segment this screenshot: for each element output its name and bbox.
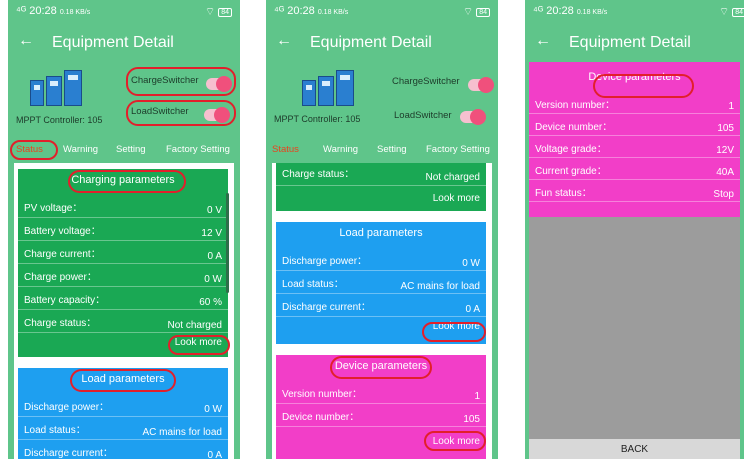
screen-device-parameters: ⁴ᴳ 20:28 0.18 KB/s ⌔ 84 ← Equipment Detai… xyxy=(525,0,744,459)
charging-card: Charging parameters PV voltage： 0 V Batte… xyxy=(18,169,230,357)
net-speed: 0.18 KB/s xyxy=(317,9,349,16)
charging-card: Charge status： Not charged Look more xyxy=(276,163,486,211)
wifi-icon: ⌔ xyxy=(204,6,216,18)
list-item: Version number： 1 xyxy=(276,381,486,404)
status-bar: ⁴ᴳ 20:28 0.18 KB/s ⌔ 84 xyxy=(525,0,744,22)
title-bar: ← Equipment Detail xyxy=(525,22,744,62)
list-item: Version number： 1 xyxy=(529,92,740,114)
list-item: Voltage grade： 12V xyxy=(529,136,740,158)
list-item: Charge current： 0 A xyxy=(18,241,228,264)
device-card: Device parameters Version number： 1 Devic… xyxy=(276,355,486,459)
device-parameters-panel: Device parameters Version number： 1 Devic… xyxy=(529,62,740,217)
time: 20:28 xyxy=(287,5,315,17)
arrow-left-icon[interactable]: ← xyxy=(535,32,551,50)
list-item: Charge power： 0 W xyxy=(18,264,228,287)
list-item: Discharge current： 0 A xyxy=(18,440,228,459)
load-card: Load parameters Discharge power： 0 W Load… xyxy=(18,368,228,459)
net-speed: 0.18 KB/s xyxy=(576,9,608,16)
tab-setting[interactable]: Setting xyxy=(116,144,146,155)
battery-icon: 84 xyxy=(218,8,232,17)
dim-overlay xyxy=(529,217,740,439)
load-switch-toggle[interactable] xyxy=(460,109,486,125)
list-item: Fun status： Stop xyxy=(529,180,740,202)
list-item: Discharge power： 0 W xyxy=(18,394,228,417)
tab-warning[interactable]: Warning xyxy=(323,144,358,155)
list-item: Device number： 105 xyxy=(276,404,486,427)
status-content[interactable]: Charging parameters PV voltage： 0 V Batte… xyxy=(14,163,234,459)
load-title-highlight xyxy=(70,369,176,392)
wifi-icon: ⌔ xyxy=(462,6,474,18)
status-content[interactable]: Charge status： Not charged Look more Load… xyxy=(272,163,492,459)
time: 20:28 xyxy=(546,5,574,17)
controller-image xyxy=(30,68,82,108)
look-more-highlight xyxy=(424,431,486,451)
list-item: Current grade： 40A xyxy=(529,158,740,180)
wifi-icon: ⌔ xyxy=(718,6,730,18)
signal-icon: ⁴ᴳ xyxy=(274,5,285,17)
load-switch-label: LoadSwitcher xyxy=(394,110,452,121)
list-item: Device number： 105 xyxy=(529,114,740,136)
scrollbar[interactable] xyxy=(226,193,229,293)
charging-title-highlight xyxy=(68,170,186,193)
list-item: Discharge power： 0 W xyxy=(276,248,486,271)
look-more-highlight xyxy=(168,335,230,355)
battery-icon: 84 xyxy=(476,8,490,17)
status-bar: ⁴ᴳ 20:28 0.18 KB/s ⌔ 84 xyxy=(8,0,240,22)
load-title: Load parameters xyxy=(339,227,423,239)
screen-status-charging: ⁴ᴳ 20:28 0.18 KB/s ⌔ 84 ← Equipment Detai… xyxy=(8,0,240,459)
title-bar: ← Equipment Detail xyxy=(8,22,240,62)
list-item: Battery capacity： 60 % xyxy=(18,287,228,310)
arrow-left-icon[interactable]: ← xyxy=(18,32,34,50)
charge-switch-label: ChargeSwitcher xyxy=(392,76,460,87)
controller-image xyxy=(302,68,354,108)
battery-icon: 84 xyxy=(732,8,744,17)
signal-icon: ⁴ᴳ xyxy=(533,5,544,17)
net-speed: 0.18 KB/s xyxy=(59,9,91,16)
list-item: PV voltage： 0 V xyxy=(18,195,228,218)
load-card: Load parameters Discharge power： 0 W Load… xyxy=(276,222,486,344)
list-item: Load status： AC mains for load xyxy=(276,271,486,294)
tab-factory-setting[interactable]: Factory Setting xyxy=(426,144,490,155)
back-button[interactable]: BACK xyxy=(529,439,740,459)
signal-icon: ⁴ᴳ xyxy=(16,5,27,17)
look-more-highlight xyxy=(422,322,486,342)
device-header: MPPT Controller: 105 ChargeSwitcher Load… xyxy=(8,62,240,137)
list-item: Charge status： Not charged xyxy=(276,163,486,186)
tab-warning[interactable]: Warning xyxy=(63,144,98,155)
page-title: Equipment Detail xyxy=(310,34,432,51)
list-item: Load status： AC mains for load xyxy=(18,417,228,440)
screen-status-scrolled: ⁴ᴳ 20:28 0.18 KB/s ⌔ 84 ← Equipment Detai… xyxy=(266,0,498,459)
charge-switch-toggle[interactable] xyxy=(468,77,494,93)
time: 20:28 xyxy=(29,5,57,17)
charge-switch-highlight xyxy=(126,67,236,96)
list-item: Battery voltage： 12 V xyxy=(18,218,228,241)
tab-status-highlight xyxy=(10,140,58,160)
tab-status[interactable]: Status xyxy=(272,144,299,155)
tab-bar: Status Warning Setting Factory Setting xyxy=(8,137,240,163)
status-bar: ⁴ᴳ 20:28 0.18 KB/s ⌔ 84 xyxy=(266,0,498,22)
tab-setting[interactable]: Setting xyxy=(377,144,407,155)
tab-factory-setting[interactable]: Factory Setting xyxy=(166,144,230,155)
list-item: Charge status： Not charged xyxy=(18,310,228,333)
arrow-left-icon[interactable]: ← xyxy=(276,32,292,50)
page-title: Equipment Detail xyxy=(52,34,174,51)
device-header: MPPT Controller: 105 ChargeSwitcher Load… xyxy=(266,62,498,137)
page-title: Equipment Detail xyxy=(569,34,691,51)
tab-bar: Status Warning Setting Factory Setting xyxy=(266,137,498,163)
look-more-button[interactable]: Look more xyxy=(276,186,486,208)
load-switch-highlight xyxy=(126,100,236,126)
title-bar: ← Equipment Detail xyxy=(266,22,498,62)
list-item: Discharge current： 0 A xyxy=(276,294,486,317)
device-title-highlight xyxy=(330,356,432,379)
controller-label: MPPT Controller: 105 xyxy=(274,114,361,124)
controller-label: MPPT Controller: 105 xyxy=(16,115,103,125)
